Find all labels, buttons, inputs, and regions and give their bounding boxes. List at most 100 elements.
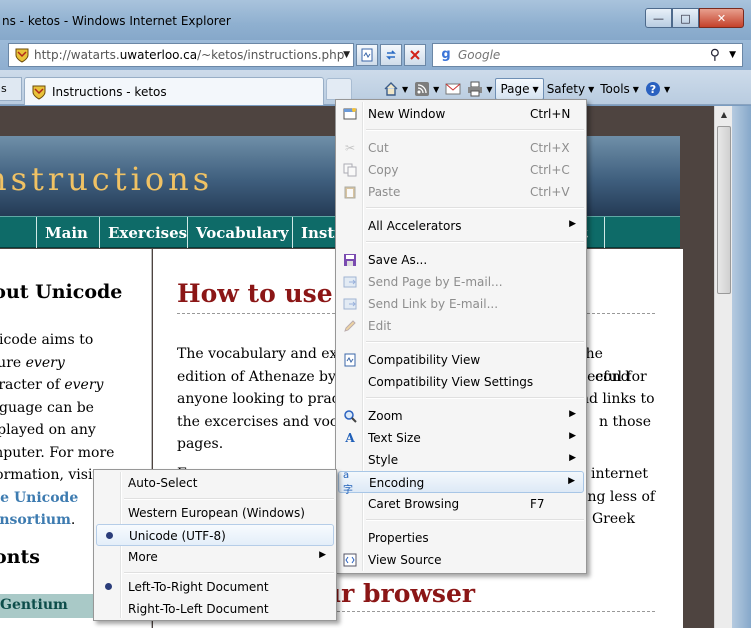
help-icon: ? [645, 82, 660, 96]
address-bar[interactable]: http://watarts.uwaterloo.ca/~ketos/instr… [8, 43, 354, 67]
encoding-icon: a字 [343, 470, 353, 496]
chevron-down-icon: ▼ [588, 84, 595, 94]
menu-item-edit[interactable]: Edit [338, 315, 584, 337]
search-box[interactable]: g ⚲ ▼ [432, 43, 743, 67]
menu-item-paste[interactable]: Paste Ctrl+V [338, 181, 584, 203]
uwaterloo-crest-icon [15, 48, 29, 63]
new-window-icon [342, 106, 358, 122]
consortium-link[interactable]: onsortium [0, 512, 71, 528]
menu-item-caret-browsing[interactable]: Caret Browsing F7 [338, 493, 584, 515]
page-menu: New Window Ctrl+N ✂ Cut Ctrl+X Copy Ctrl… [335, 99, 587, 574]
scissors-icon: ✂ [344, 141, 356, 155]
tools-menu-button[interactable]: Tools ▼ [597, 78, 642, 100]
minimize-button[interactable]: — [645, 8, 672, 28]
help-button[interactable]: ? ▼ [642, 78, 673, 100]
refresh-icon [386, 50, 396, 60]
read-mail-button[interactable] [442, 78, 464, 100]
search-icon[interactable]: ⚲ [710, 47, 720, 63]
nav-exercises[interactable]: Exercises [99, 217, 195, 248]
menu-item-new-window[interactable]: New Window Ctrl+N [338, 103, 584, 125]
banner-title: nstructions [0, 160, 214, 198]
menu-item-western-european[interactable]: Western European (Windows) [96, 502, 334, 524]
mail-page-icon [342, 274, 358, 290]
tab-instructions[interactable]: Instructions - ketos [24, 77, 324, 105]
pencil-icon [342, 318, 358, 334]
address-row: http://watarts.uwaterloo.ca/~ketos/instr… [0, 40, 751, 70]
view-source-icon [342, 552, 358, 568]
compat-view-icon [361, 48, 373, 62]
menu-item-save-as[interactable]: Save As... [338, 249, 584, 271]
chevron-down-icon: ▼ [532, 84, 539, 94]
stop-button[interactable] [404, 44, 426, 66]
unicode-link[interactable]: he Unicode [0, 490, 78, 506]
menu-item-send-page[interactable]: Send Page by E-mail... [338, 271, 584, 293]
submenu-arrow-icon: ▶ [569, 409, 576, 419]
menu-item-right-to-left[interactable]: Right-To-Left Document [96, 598, 334, 620]
submenu-arrow-icon: ▶ [319, 550, 326, 560]
submenu-arrow-icon: ▶ [569, 453, 576, 463]
feeds-button[interactable]: ▼ [411, 78, 442, 100]
search-dropdown-icon[interactable]: ▼ [729, 50, 736, 60]
submenu-arrow-icon: ▶ [569, 219, 576, 229]
maximize-button[interactable]: □ [672, 8, 699, 28]
mail-icon [445, 83, 461, 95]
scroll-up-icon[interactable]: ▲ [716, 107, 732, 123]
save-icon [342, 252, 358, 268]
menu-item-zoom[interactable]: Zoom ▶ [338, 405, 584, 427]
radio-selected-icon [105, 583, 112, 590]
menu-item-left-to-right[interactable]: Left-To-Right Document [96, 576, 334, 598]
submenu-arrow-icon: ▶ [569, 431, 576, 441]
google-icon: g [441, 47, 451, 62]
menu-item-unicode-utf8[interactable]: Unicode (UTF-8) [96, 524, 334, 546]
chevron-down-icon: ▼ [433, 84, 440, 94]
chevron-down-icon: ▼ [663, 84, 671, 94]
menu-item-auto-select[interactable]: Auto-Select [96, 472, 334, 494]
article-heading-2: ur browser [323, 579, 476, 608]
refresh-button[interactable] [380, 44, 402, 66]
uwaterloo-crest-icon [32, 85, 46, 100]
command-bar: ▼ ▼ ▼ Page ▼ Safety ▼ Tools ▼ ? ▼ [380, 77, 673, 101]
menu-item-compat-view-settings[interactable]: Compatibility View Settings [338, 371, 584, 393]
address-dropdown-icon[interactable]: ▼ [343, 50, 350, 60]
menu-item-text-size[interactable]: A Text Size ▶ [338, 427, 584, 449]
search-input[interactable] [458, 48, 688, 62]
fonts-heading: onts [0, 546, 40, 568]
home-button[interactable]: ▼ [380, 78, 411, 100]
menu-item-encoding[interactable]: a字 Encoding ▶ [338, 470, 584, 496]
svg-text:?: ? [650, 83, 656, 96]
menu-item-send-link[interactable]: Send Link by E-mail... [338, 293, 584, 315]
menu-item-view-source[interactable]: View Source [338, 549, 584, 571]
menu-item-style[interactable]: Style ▶ [338, 449, 584, 471]
paste-icon [342, 184, 358, 200]
sidebar-heading: bout Unicode [0, 281, 123, 303]
new-tab-button[interactable] [326, 78, 352, 100]
safety-menu-button[interactable]: Safety ▼ [544, 78, 598, 100]
close-button[interactable]: ✕ [699, 8, 744, 28]
menu-item-copy[interactable]: Copy Ctrl+C [338, 159, 584, 181]
window-controls: — □ ✕ [645, 8, 744, 28]
zoom-icon [342, 408, 358, 424]
chevron-down-icon: ▼ [486, 84, 493, 94]
mail-link-icon [342, 296, 358, 312]
window-frame-right [732, 106, 751, 628]
menu-item-properties[interactable]: Properties [338, 527, 584, 549]
print-button[interactable]: ▼ [464, 78, 495, 100]
vertical-scrollbar[interactable]: ▲ [714, 106, 732, 628]
rss-icon [415, 82, 430, 96]
window-title: ns - ketos - Windows Internet Explorer [2, 14, 231, 28]
menu-item-compat-view[interactable]: Compatibility View [338, 349, 584, 371]
page-menu-button[interactable]: Page ▼ [495, 78, 544, 100]
chevron-down-icon: ▼ [402, 84, 409, 94]
address-url[interactable]: http://watarts.uwaterloo.ca/~ketos/instr… [34, 48, 344, 62]
compat-view-button[interactable] [356, 44, 378, 66]
stop-icon [410, 50, 420, 60]
menu-item-cut[interactable]: ✂ Cut Ctrl+X [338, 137, 584, 159]
menu-item-more[interactable]: More ▶ [96, 546, 334, 568]
menu-item-all-accelerators[interactable]: All Accelerators ▶ [338, 215, 584, 237]
tab-previous[interactable]: s [0, 77, 22, 101]
scrollbar-thumb[interactable] [717, 126, 731, 294]
nav-vocabulary[interactable]: Vocabulary [187, 217, 297, 248]
nav-main[interactable]: Main [36, 217, 96, 248]
text-size-icon: A [345, 431, 355, 445]
compat-view-icon [342, 352, 358, 368]
